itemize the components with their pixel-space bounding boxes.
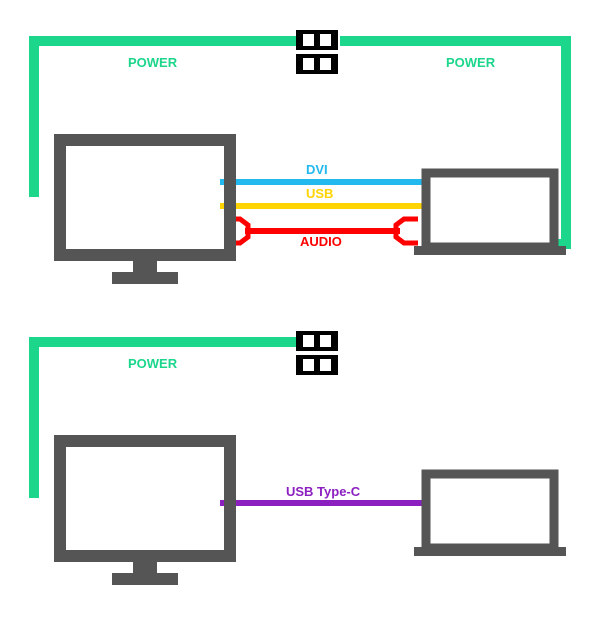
laptop-icon-top: [414, 173, 566, 255]
label-dvi: DVI: [306, 162, 328, 177]
label-usb-type-c: USB Type-C: [286, 484, 360, 499]
label-power-left-top: POWER: [128, 55, 177, 70]
label-audio: AUDIO: [300, 234, 342, 249]
laptop-icon-bottom: [414, 474, 566, 556]
label-power-left-bottom: POWER: [128, 356, 177, 371]
wall-outlet-icon-bottom: [296, 331, 338, 375]
wall-outlet-icon-top: [296, 30, 338, 74]
monitor-icon-top: [60, 140, 230, 284]
diagram-stage: { "labels": { "top": { "power_left": "PO…: [0, 0, 590, 629]
cable-power-laptop-top: [340, 41, 566, 244]
monitor-icon-bottom: [60, 441, 230, 585]
label-usb: USB: [306, 186, 333, 201]
diagram-svg: [0, 0, 590, 629]
label-power-right-top: POWER: [446, 55, 495, 70]
